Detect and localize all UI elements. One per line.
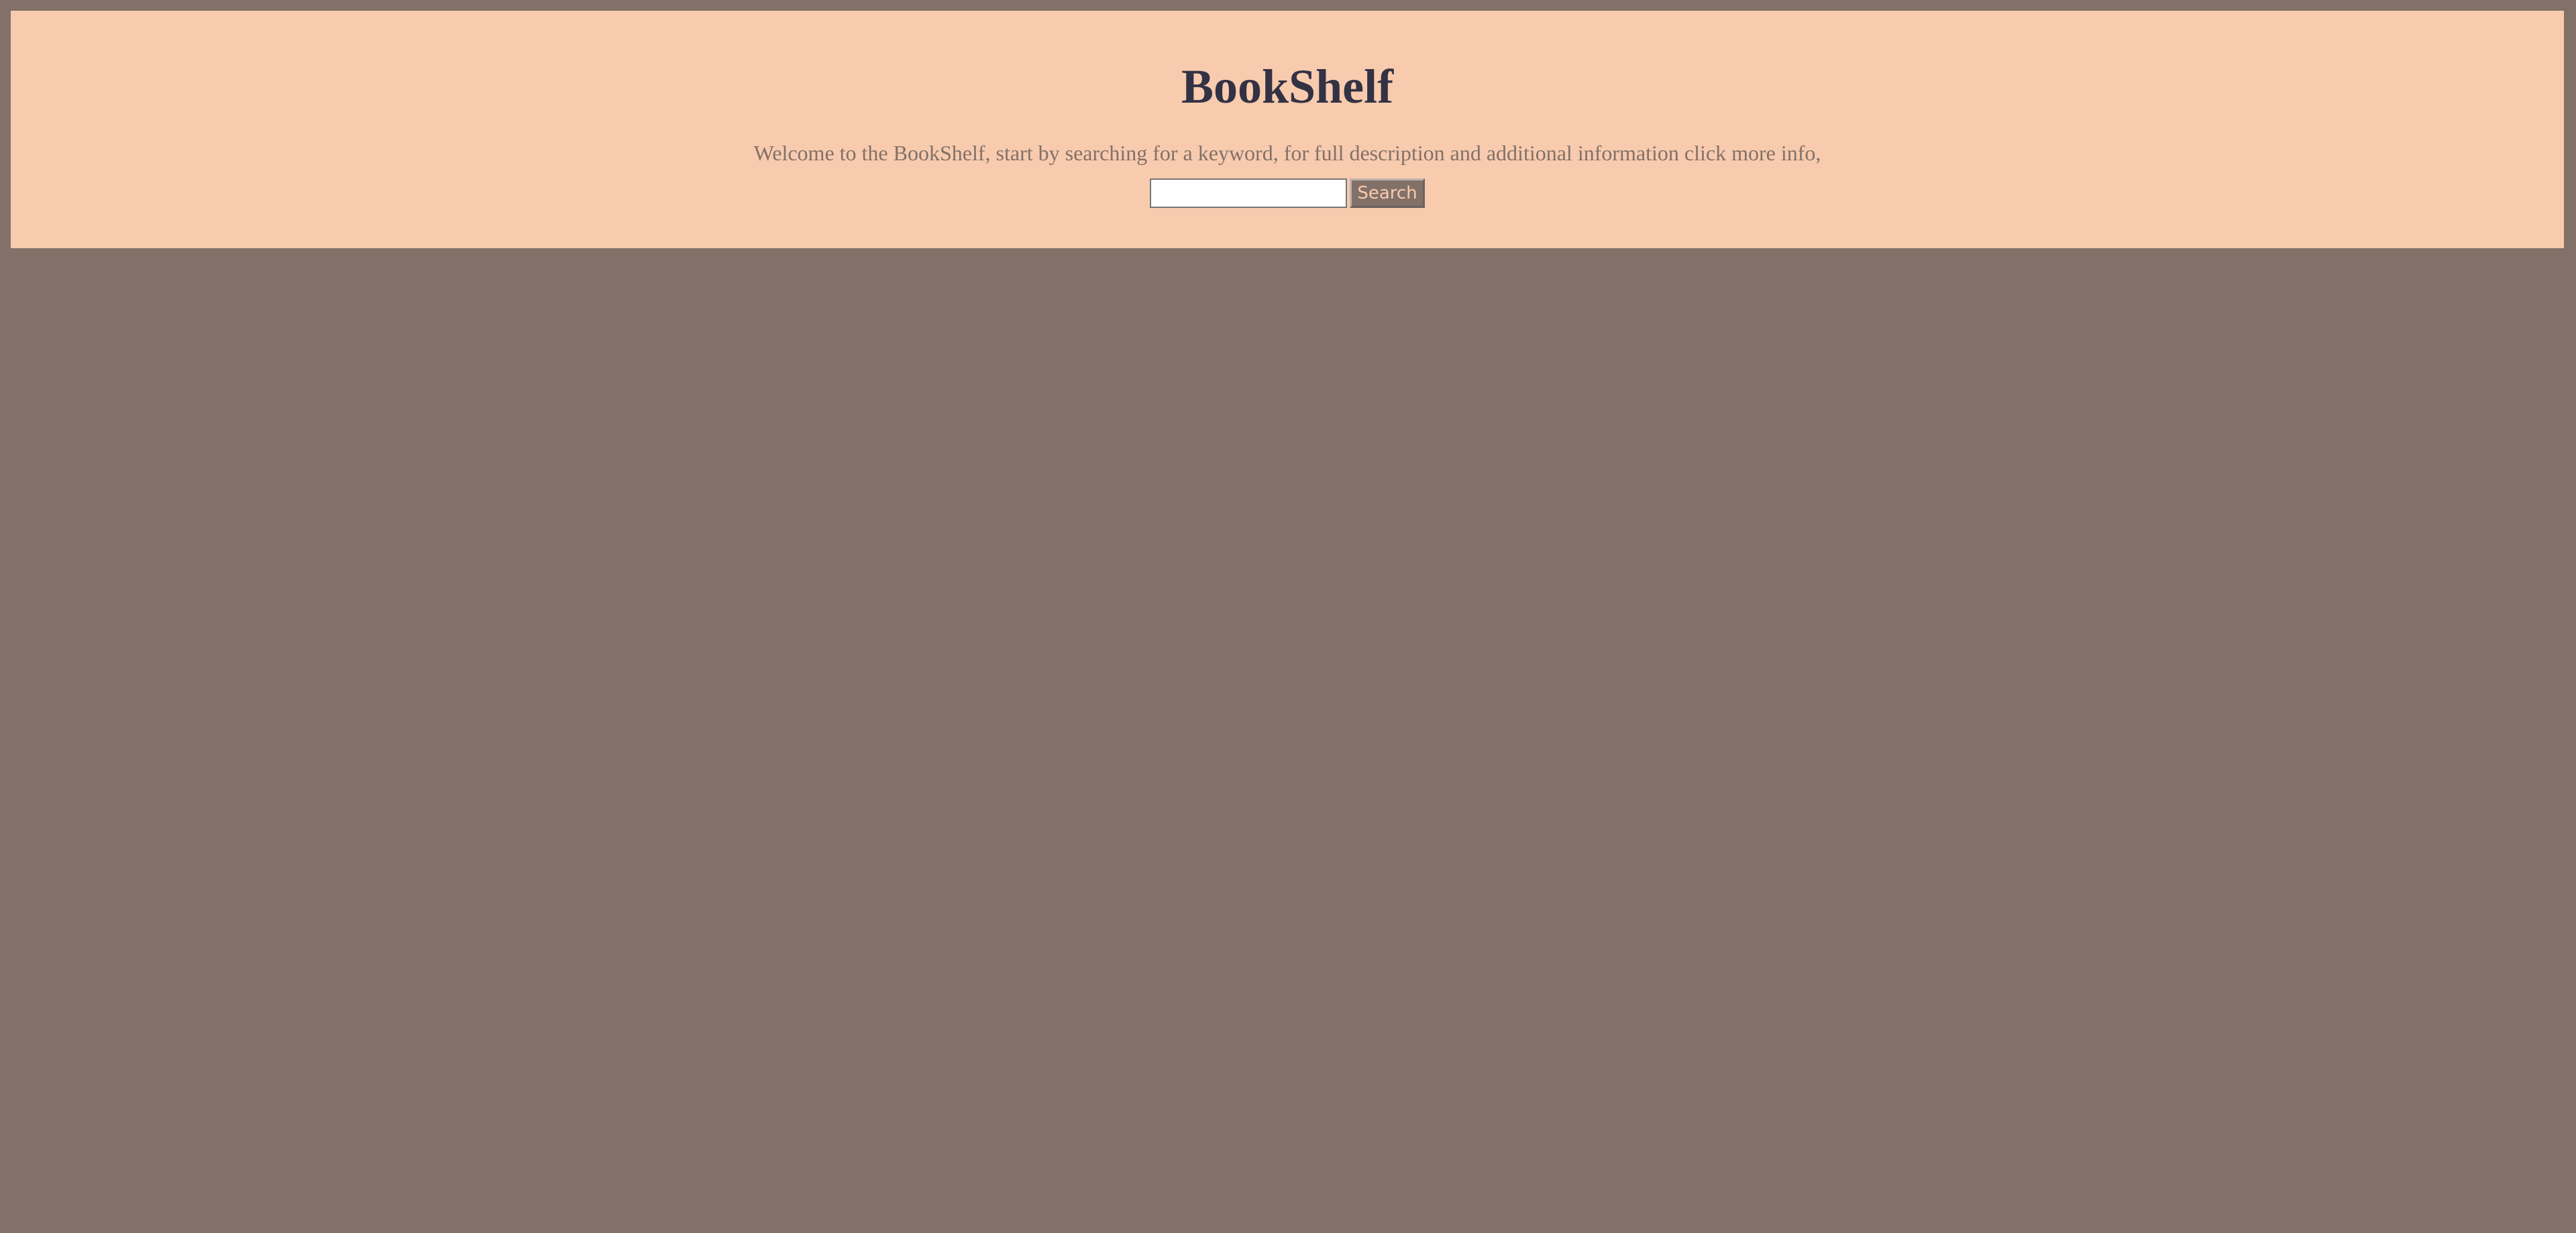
welcome-message: Welcome to the BookShelf, start by searc… [753, 141, 1821, 165]
header-panel: BookShelf Welcome to the BookShelf, star… [11, 11, 2564, 248]
page-title: BookShelf [1181, 60, 1394, 113]
search-input[interactable] [1150, 178, 1348, 208]
search-form: Search [11, 178, 2564, 209]
search-button[interactable]: Search [1350, 178, 1425, 208]
